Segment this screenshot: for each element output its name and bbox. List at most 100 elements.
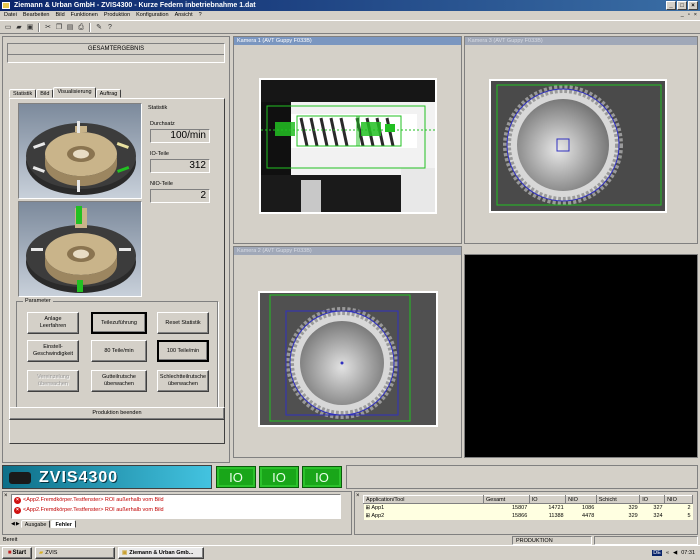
col-gesamt[interactable]: Gesamt — [483, 495, 530, 504]
table-row[interactable]: ⊞ App2 15866 11388 4478 329 324 5 — [363, 511, 693, 520]
menu-help[interactable]: ? — [199, 11, 202, 20]
schlechtteilrutsche-ueberwachen-button[interactable]: Schlechtteilrutsche überwachen — [157, 370, 209, 392]
maximize-button[interactable]: □ — [677, 1, 687, 10]
status-panel — [594, 536, 698, 545]
menu-bearbeiten[interactable]: Bearbeiten — [23, 11, 50, 20]
menu-bild[interactable]: Bild — [55, 11, 64, 20]
log-row: × <App2.Fremdkörper.Testfenster> ROI auße… — [12, 505, 340, 515]
tray-expand-icon[interactable]: « — [666, 550, 669, 556]
camera-area-scrollbar[interactable] — [691, 36, 699, 458]
stats-table-panel: × Application/Tool Gesamt IO NIO Schicht… — [354, 491, 698, 535]
io-strip-filler — [346, 465, 698, 489]
system-tray: DE « ◀ 07:31 — [649, 547, 698, 559]
ring-image-3 — [491, 81, 665, 211]
menu-produktion[interactable]: Produktion — [104, 11, 130, 20]
copy-icon[interactable]: ❐ — [54, 23, 64, 32]
table-row[interactable]: ⊞ App1 15807 14721 1086 329 327 2 — [363, 503, 693, 512]
menu-funktionen[interactable]: Funktionen — [71, 11, 98, 20]
col-application[interactable]: Application/Tool — [363, 495, 484, 504]
language-indicator[interactable]: DE — [652, 550, 662, 556]
col-nio[interactable]: NIO — [565, 495, 597, 504]
menu-konfiguration[interactable]: Konfiguration — [136, 11, 168, 20]
tab-scroll-right-icon[interactable]: ▶ — [16, 521, 20, 527]
menu-datei[interactable]: Datei — [4, 11, 17, 20]
result-header: GESAMTERGEBNIS — [8, 44, 224, 55]
80-teile-button[interactable]: 80 Teile/min — [91, 340, 147, 362]
menu-bar: Datei Bearbeiten Bild Funktionen Produkt… — [0, 11, 700, 20]
tab-ausgabe[interactable]: Ausgabe — [20, 520, 51, 528]
parameter-group: Parameter Anlage Leerfahren Teilezuführu… — [16, 298, 218, 413]
camera-2-image — [258, 291, 438, 427]
einstell-geschwindigkeit-button[interactable]: Einstell- Geschwindigkeit — [27, 340, 79, 362]
left-panel: GESAMTERGEBNIS Statistik Bild Visualisie… — [2, 36, 230, 463]
log-message: <App2.Fremdkörper.Testfenster> ROI außer… — [23, 507, 164, 513]
volume-icon[interactable]: ◀ — [673, 550, 677, 556]
toolbar-separator — [38, 23, 40, 32]
log-close-icon[interactable]: × — [4, 493, 8, 499]
reset-statistik-button[interactable]: Reset Statistik — [157, 312, 209, 334]
stats-table-header: Application/Tool Gesamt IO NIO Schicht I… — [363, 495, 693, 504]
taskbar-item-app[interactable]: ▣ Ziemann & Urban Gmb... — [118, 547, 204, 559]
tab-auftrag[interactable]: Auftrag — [95, 89, 122, 98]
col-io[interactable]: IO — [528, 495, 567, 504]
toolbar-separator — [89, 23, 91, 32]
menu-ansicht[interactable]: Ansicht — [175, 11, 193, 20]
mdi-restore-icon[interactable]: ▫ — [688, 11, 690, 20]
io-indicator-2: IO — [259, 466, 299, 488]
tab-statistik[interactable]: Statistik — [9, 89, 37, 98]
camera-1-title: Kamera 1 (AVT Guppy F033B) — [234, 37, 461, 45]
left-tabs: Statistik Bild Visualisierung Auftrag — [9, 87, 122, 98]
mdi-close-icon[interactable]: × — [694, 11, 697, 20]
new-file-icon[interactable]: ▭ — [3, 23, 13, 32]
camera-1-panel: Kamera 1 (AVT Guppy F033B) — [233, 36, 462, 244]
taskbar-item-zvis[interactable]: ▰ ZVIS — [35, 547, 115, 559]
tab-fehler[interactable]: Fehler — [51, 520, 76, 528]
tab-visualisierung[interactable]: Visualisierung — [53, 87, 96, 98]
cell: 324 — [639, 511, 665, 520]
error-icon: × — [14, 496, 21, 504]
log-row: × <App2.Fremdkörper.Testfenster> ROI auße… — [12, 495, 340, 505]
col-schicht-io[interactable]: IO — [639, 495, 666, 504]
visualization-image-top — [18, 103, 142, 199]
cell: 1086 — [565, 503, 597, 512]
teilezufuehrung-button[interactable]: Teilezuführung — [91, 312, 147, 334]
vereinzelung-ueberwachen-button[interactable]: Vereinzelung überwachen — [27, 370, 79, 392]
save-icon[interactable]: ▣ — [25, 23, 35, 32]
paste-icon[interactable]: ▤ — [65, 23, 75, 32]
help-icon[interactable]: ? — [105, 23, 115, 32]
tab-bild[interactable]: Bild — [36, 89, 54, 98]
stats-table: Application/Tool Gesamt IO NIO Schicht I… — [363, 495, 693, 520]
stats-close-icon[interactable]: × — [356, 493, 360, 499]
minimize-button[interactable]: _ — [666, 1, 676, 10]
visualization-image-bottom — [18, 201, 142, 297]
open-folder-icon[interactable]: ▰ — [14, 23, 24, 32]
gutteilrutsche-ueberwachen-button[interactable]: Gutteilrutsche überwachen — [91, 370, 147, 392]
toolbar: ▭ ▰ ▣ ✂ ❐ ▤ ⎙ ✎ ? — [0, 20, 700, 34]
status-text: Bereit — [3, 537, 18, 543]
produktion-beenden-button[interactable]: Produktion beenden — [9, 407, 225, 420]
error-icon: × — [14, 506, 21, 514]
cell: 5 — [664, 511, 693, 520]
close-button[interactable]: × — [688, 1, 698, 10]
100-teile-button[interactable]: 100 Teile/min — [157, 340, 209, 362]
log-list: × <App2.Fremdkörper.Testfenster> ROI auße… — [11, 494, 341, 519]
tab-scroll-left-icon[interactable]: ◀ — [11, 521, 15, 527]
log-message: <App2.Fremdkörper.Testfenster> ROI außer… — [23, 497, 164, 503]
logo-text: ZVIS4300 — [39, 469, 119, 486]
logo-banner: ZVIS4300 — [2, 465, 212, 489]
cell: 15866 — [483, 511, 530, 520]
mdi-minimize-icon[interactable]: _ — [681, 11, 684, 20]
cut-icon[interactable]: ✂ — [43, 23, 53, 32]
anlage-leerfahren-button[interactable]: Anlage Leerfahren — [27, 312, 79, 334]
print-icon[interactable]: ⎙ — [76, 23, 86, 32]
start-button[interactable]: ■ Start — [2, 547, 32, 559]
tools-icon[interactable]: ✎ — [94, 23, 104, 32]
cell: 2 — [664, 503, 693, 512]
log-tabs: ◀ ▶ Ausgabe Fehler — [11, 520, 76, 528]
spring-image — [261, 80, 435, 212]
col-schicht-nio[interactable]: NIO — [664, 495, 693, 504]
camera-2-title: Kamera 2 (AVT Guppy F033B) — [234, 247, 461, 255]
col-schicht[interactable]: Schicht — [595, 495, 641, 504]
folder-icon: ▰ — [39, 549, 44, 556]
camera-3-panel: Kamera 3 (AVT Guppy F033B) — [464, 36, 698, 244]
